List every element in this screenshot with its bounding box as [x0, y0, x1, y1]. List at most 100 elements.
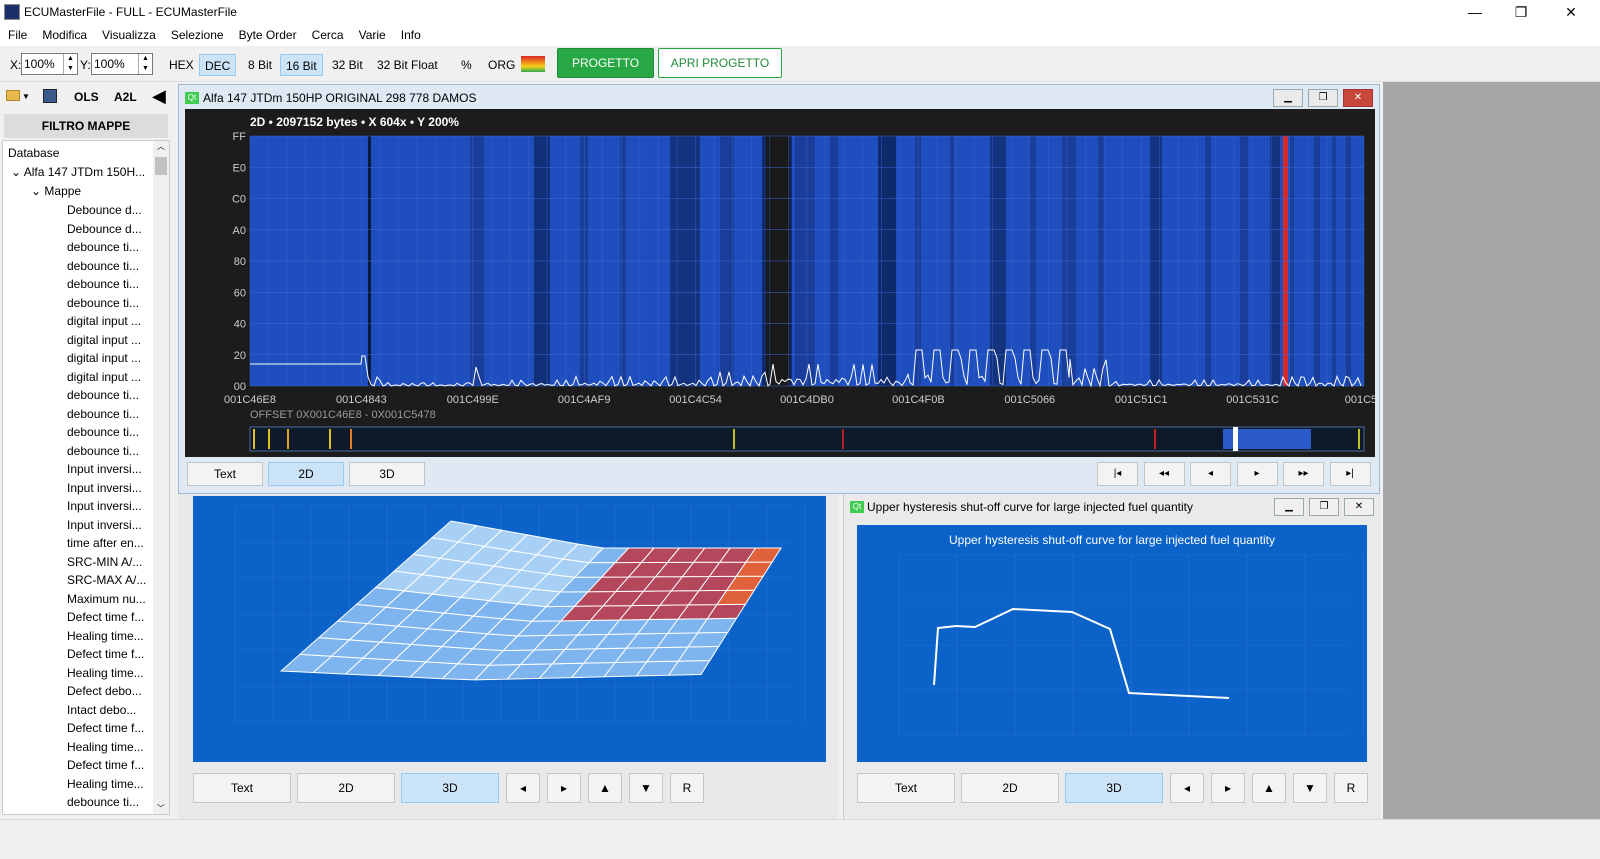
tree-map-item[interactable]: digital input ... — [67, 331, 141, 349]
org-toggle[interactable]: ORG — [483, 54, 520, 76]
32bit-toggle[interactable]: 32 Bit — [327, 54, 368, 76]
tree-map-item[interactable]: debounce ti... — [67, 386, 139, 404]
a2l-button[interactable]: A2L — [114, 90, 137, 104]
overview-strip[interactable] — [249, 426, 1365, 452]
scroll-thumb[interactable] — [155, 157, 167, 175]
scroll-down-icon[interactable]: ﹀ — [153, 803, 169, 814]
tree-map-item[interactable]: SRC-MAX A/... — [67, 571, 146, 589]
down-arrow-button[interactable]: ▼ — [1293, 773, 1327, 803]
curve-plot[interactable]: Upper hysteresis shut-off curve for larg… — [857, 525, 1367, 762]
menu-info[interactable]: Info — [393, 24, 428, 42]
tree-map-item[interactable]: debounce ti... — [67, 275, 139, 293]
tree-map-item[interactable]: Input inversi... — [67, 479, 142, 497]
folder-icon[interactable] — [6, 90, 20, 101]
tree-root[interactable]: Database — [8, 144, 59, 162]
scroll-up-icon[interactable]: ︿ — [153, 141, 169, 155]
tab-3d[interactable]: 3D — [349, 462, 425, 486]
surface-svg[interactable] — [193, 496, 826, 762]
tree-map-item[interactable]: Healing time... — [67, 775, 144, 793]
apri-progetto-button[interactable]: APRI PROGETTO — [658, 48, 782, 78]
menu-selezione[interactable]: Selezione — [163, 24, 231, 42]
tree-map-item[interactable]: Defect time f... — [67, 645, 144, 663]
up-arrow-button[interactable]: ▲ — [1252, 773, 1286, 803]
up-arrow-button[interactable]: ▲ — [588, 773, 622, 803]
tree-map-item[interactable]: Defect time f... — [67, 608, 144, 626]
tree-file-node[interactable]: ⌄ Alfa 147 JTDm 150H... — [11, 163, 145, 181]
subwin-maximize-button[interactable]: ❐ — [1308, 89, 1338, 107]
tree-map-item[interactable]: Debounce d... — [67, 220, 142, 238]
down-arrow-button[interactable]: ▼ — [629, 773, 663, 803]
tree-map-item[interactable]: debounce ti... — [67, 294, 139, 312]
menu-varie[interactable]: Varie — [351, 24, 393, 42]
save-icon[interactable] — [43, 89, 57, 103]
dec-toggle[interactable]: DEC — [199, 54, 237, 76]
subwin-minimize-button[interactable]: ▁ — [1273, 89, 1303, 107]
tree-scrollbar[interactable]: ︿ ﹀ — [153, 141, 169, 814]
menu-file[interactable]: File — [0, 24, 34, 42]
tree-map-item[interactable]: Healing time... — [67, 627, 144, 645]
tab-2d[interactable]: 2D — [297, 773, 395, 803]
subwin-maximize-button[interactable]: ❐ — [1309, 498, 1339, 516]
tree-map-item[interactable]: Healing time... — [67, 738, 144, 756]
8bit-toggle[interactable]: 8 Bit — [243, 54, 277, 76]
menu-visualizza[interactable]: Visualizza — [94, 24, 163, 42]
tab-2d[interactable]: 2D — [268, 462, 344, 486]
ols-button[interactable]: OLS — [74, 90, 99, 104]
tree-map-item[interactable]: Input inversi... — [67, 497, 142, 515]
tab-2d[interactable]: 2D — [961, 773, 1059, 803]
menu-byte-order[interactable]: Byte Order — [231, 24, 304, 42]
reset-button[interactable]: R — [670, 773, 704, 803]
last-page-button[interactable]: ▸| — [1329, 462, 1371, 486]
tree-map-item[interactable]: Defect time f... — [67, 719, 144, 737]
tree-map-item[interactable]: Intact debo... — [67, 701, 136, 719]
right-arrow-button[interactable]: ▸ — [547, 773, 581, 803]
back-button[interactable]: ◂ — [1190, 462, 1231, 486]
spinner-arrows-icon[interactable]: ▲ ▼ — [63, 54, 77, 74]
chevron-down-icon[interactable]: ⌄ — [31, 184, 41, 198]
spinner-arrows-icon[interactable]: ▲ ▼ — [138, 54, 152, 74]
tree-map-item[interactable]: debounce ti... — [67, 442, 139, 460]
chevron-down-icon[interactable]: ▼ — [22, 92, 30, 101]
tab-3d[interactable]: 3D — [401, 773, 499, 803]
first-page-button[interactable]: |◂ — [1097, 462, 1138, 486]
16bit-toggle[interactable]: 16 Bit — [280, 54, 323, 76]
tree-map-item[interactable]: Input inversi... — [67, 516, 142, 534]
menu-modifica[interactable]: Modifica — [34, 24, 94, 42]
subwin-close-button[interactable]: ✕ — [1344, 498, 1374, 516]
x-zoom-spinner[interactable]: 100% ▲ ▼ — [21, 53, 78, 75]
subwin-minimize-button[interactable]: ▁ — [1274, 498, 1304, 516]
fast-forward-button[interactable]: ▸▸ — [1283, 462, 1324, 486]
close-button[interactable]: ✕ — [1548, 0, 1594, 24]
reset-button[interactable]: R — [1334, 773, 1368, 803]
tab-text[interactable]: Text — [857, 773, 955, 803]
tree-map-item[interactable]: digital input ... — [67, 349, 141, 367]
forward-button[interactable]: ▸ — [1236, 462, 1278, 486]
progetto-button[interactable]: PROGETTO — [557, 48, 654, 78]
tab-text[interactable]: Text — [187, 462, 263, 486]
tree-map-item[interactable]: Healing time... — [67, 664, 144, 682]
hex-graph-area[interactable]: 2D • 2097152 bytes • X 604x • Y 200% FF E… — [185, 109, 1375, 457]
surface-plot[interactable] — [193, 496, 826, 762]
tree-map-item[interactable]: time after en... — [67, 534, 144, 552]
curve-svg[interactable] — [857, 525, 1367, 762]
chevron-down-icon[interactable]: ⌄ — [11, 165, 21, 179]
tree-map-item[interactable]: debounce ti... — [67, 423, 139, 441]
percent-toggle[interactable]: % — [456, 54, 477, 76]
menu-cerca[interactable]: Cerca — [304, 24, 351, 42]
tree-map-item[interactable]: debounce ti... — [67, 405, 139, 423]
tree-group-node[interactable]: ⌄ Mappe — [31, 182, 81, 200]
tab-3d[interactable]: 3D — [1065, 773, 1163, 803]
32bit-float-toggle[interactable]: 32 Bit Float — [372, 54, 443, 76]
tree-map-item[interactable]: digital input ... — [67, 312, 141, 330]
overview-handle[interactable] — [1233, 427, 1238, 451]
maximize-button[interactable]: ❐ — [1498, 0, 1544, 24]
tree-map-item[interactable]: Defect debo... — [67, 682, 142, 700]
hex-graph-svg[interactable]: FF E0 C0 A0 80 60 40 20 00001C46E8 001C4843 001C49… — [185, 109, 1375, 457]
tree-map-item[interactable]: Debounce d... — [67, 201, 142, 219]
left-arrow-button[interactable]: ◂ — [506, 773, 540, 803]
color-scale-icon[interactable] — [521, 56, 545, 72]
tab-text[interactable]: Text — [193, 773, 291, 803]
tree-map-item[interactable]: digital input ... — [67, 368, 141, 386]
subwin-close-button[interactable]: ✕ — [1343, 89, 1373, 107]
fast-back-button[interactable]: ◂◂ — [1143, 462, 1185, 486]
